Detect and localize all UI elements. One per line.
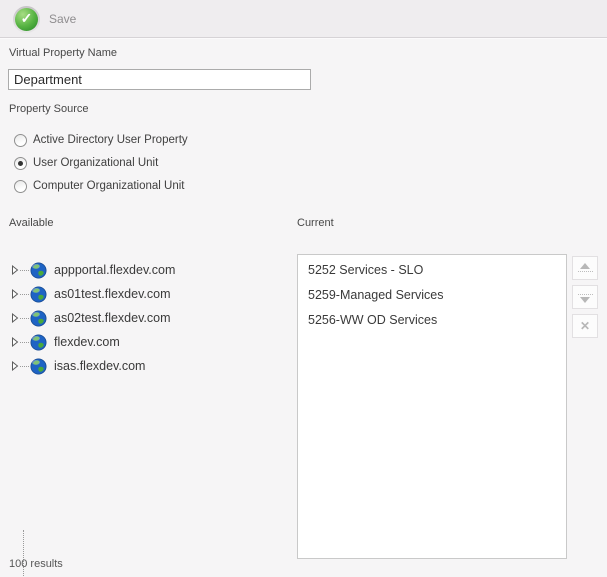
- tree-item[interactable]: flexdev.com: [8, 330, 290, 354]
- radio-user-organizational-unit[interactable]: User Organizational Unit: [14, 156, 158, 170]
- globe-icon: [30, 310, 47, 327]
- tree-item-label: flexdev.com: [54, 335, 120, 349]
- arrow-down-dots: [578, 294, 593, 295]
- tree-item-label: as02test.flexdev.com: [54, 311, 171, 325]
- virtual-property-editor: ✓ Save Virtual Property Name Property So…: [0, 0, 607, 577]
- radio-active-directory-user-property[interactable]: Active Directory User Property: [14, 133, 188, 147]
- globe-icon: [30, 334, 47, 351]
- tree-item-label: isas.flexdev.com: [54, 359, 145, 373]
- arrow-up-dots: [578, 271, 593, 272]
- save-button-label: Save: [49, 12, 76, 26]
- expand-arrow-icon[interactable]: [11, 313, 19, 323]
- tree-connector: [20, 342, 29, 343]
- tree-connector: [20, 366, 29, 367]
- virtual-property-name-input[interactable]: [8, 69, 311, 90]
- property-source-label: Property Source: [9, 103, 88, 115]
- radio-circle-icon[interactable]: [14, 134, 27, 147]
- list-item[interactable]: 5259-Managed Services: [298, 283, 566, 308]
- tree-item-label: appportal.flexdev.com: [54, 263, 175, 277]
- radio-circle-icon[interactable]: [14, 157, 27, 170]
- tree-item[interactable]: as01test.flexdev.com: [8, 282, 290, 306]
- expand-arrow-icon[interactable]: [11, 265, 19, 275]
- save-icon: ✓: [13, 6, 40, 33]
- move-up-button[interactable]: [572, 256, 598, 280]
- globe-icon: [30, 262, 47, 279]
- list-item[interactable]: 5252 Services - SLO: [298, 258, 566, 283]
- expand-arrow-icon[interactable]: [11, 289, 19, 299]
- globe-icon: [30, 286, 47, 303]
- tree-item[interactable]: as02test.flexdev.com: [8, 306, 290, 330]
- expand-arrow-icon[interactable]: [11, 337, 19, 347]
- remove-button[interactable]: ✕: [572, 314, 598, 338]
- tree-item-label: as01test.flexdev.com: [54, 287, 171, 301]
- radio-computer-organizational-unit[interactable]: Computer Organizational Unit: [14, 179, 185, 193]
- toolbar: ✓ Save: [0, 0, 607, 38]
- available-label: Available: [9, 217, 53, 229]
- move-down-button[interactable]: [572, 285, 598, 309]
- results-count: 100 results: [9, 558, 63, 570]
- current-listbox: 5252 Services - SLO 5259-Managed Service…: [297, 254, 567, 559]
- tree-item[interactable]: appportal.flexdev.com: [8, 258, 290, 282]
- radio-circle-icon[interactable]: [14, 180, 27, 193]
- remove-x-icon: ✕: [580, 320, 590, 332]
- globe-icon: [30, 358, 47, 375]
- current-label: Current: [297, 217, 334, 229]
- arrow-up-icon: [580, 263, 590, 269]
- list-item[interactable]: 5256-WW OD Services: [298, 308, 566, 333]
- tree-connector: [20, 318, 29, 319]
- virtual-property-name-label: Virtual Property Name: [9, 47, 117, 59]
- save-button[interactable]: ✓ Save: [13, 5, 76, 33]
- arrow-down-icon: [580, 297, 590, 303]
- tree-connector: [20, 294, 29, 295]
- expand-arrow-icon[interactable]: [11, 361, 19, 371]
- available-tree: appportal.flexdev.com as01test.flexdev.c…: [8, 258, 290, 378]
- tree-connector: [20, 270, 29, 271]
- tree-item[interactable]: isas.flexdev.com: [8, 354, 290, 378]
